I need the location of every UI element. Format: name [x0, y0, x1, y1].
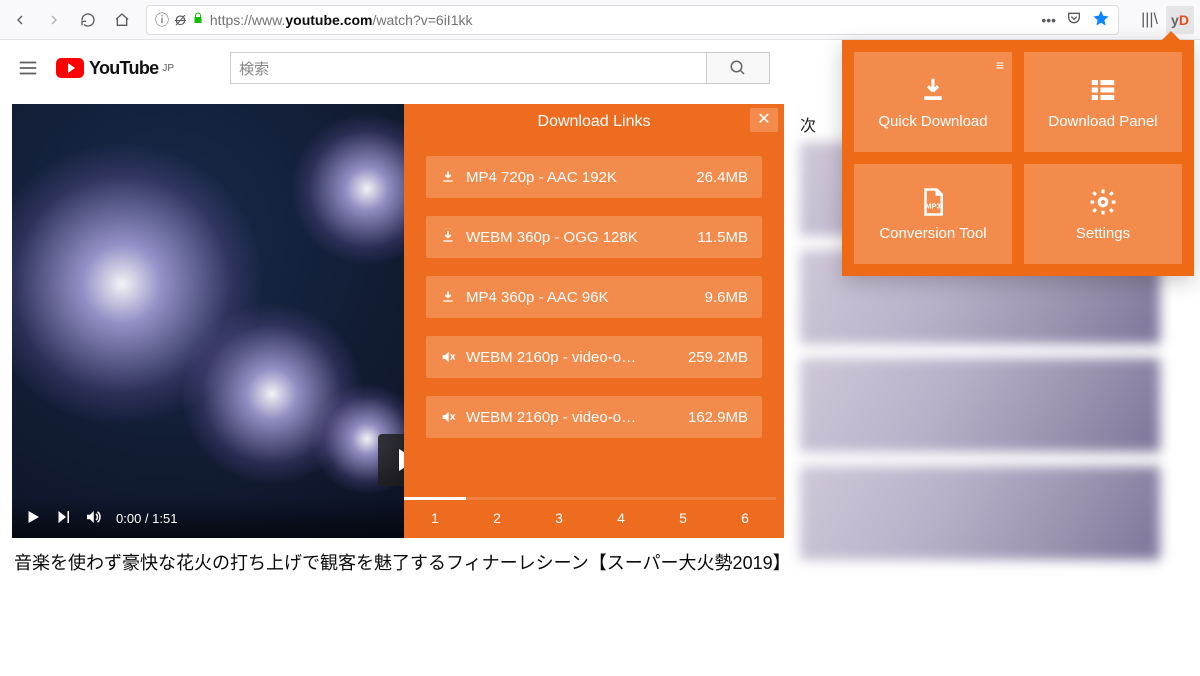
- download-size: 11.5MB: [697, 229, 748, 246]
- download-icon: [440, 229, 456, 245]
- reload-button[interactable]: [74, 6, 102, 34]
- download-pager: 123456: [404, 497, 784, 530]
- tile-menu-icon[interactable]: ≡: [996, 58, 1004, 72]
- download-size: 259.2MB: [688, 349, 748, 366]
- download-page[interactable]: 1: [404, 497, 466, 530]
- mute-icon: [440, 349, 456, 365]
- quick-download-tile[interactable]: Quick Download ≡: [854, 52, 1012, 152]
- download-icon: [916, 75, 950, 105]
- download-icon: [440, 289, 456, 305]
- download-page[interactable]: 6: [714, 497, 776, 530]
- download-format: WEBM 2160p - video-o…: [466, 349, 678, 366]
- related-thumbnail[interactable]: [800, 466, 1160, 560]
- youtube-region: JP: [162, 63, 174, 74]
- gear-icon: [1086, 187, 1120, 217]
- svg-text:MP3: MP3: [925, 201, 940, 210]
- play-button[interactable]: [24, 508, 42, 529]
- forward-button[interactable]: [40, 6, 68, 34]
- download-item[interactable]: WEBM 2160p - video-o… 259.2MB: [426, 336, 762, 378]
- address-bar[interactable]: ⓘ Ø https://www.youtube.com/watch?v=6iI1…: [146, 5, 1119, 35]
- youtube-play-icon: [56, 58, 84, 78]
- popup-arrow: [1162, 31, 1180, 40]
- related-thumbnail[interactable]: [800, 358, 1160, 452]
- url-text: https://www.youtube.com/watch?v=6iI1kk: [210, 12, 1035, 28]
- download-item[interactable]: MP4 720p - AAC 192K 26.4MB: [426, 156, 762, 198]
- download-links-title: Download Links: [538, 113, 651, 131]
- download-format: WEBM 360p - OGG 128K: [466, 229, 687, 246]
- download-item[interactable]: WEBM 360p - OGG 128K 11.5MB: [426, 216, 762, 258]
- download-panel-tile[interactable]: Download Panel: [1024, 52, 1182, 152]
- mute-icon: [440, 409, 456, 425]
- shield-icon[interactable]: Ø: [175, 12, 186, 28]
- download-format: WEBM 2160p - video-o…: [466, 409, 678, 426]
- download-icon: [440, 169, 456, 185]
- youtube-logo[interactable]: YouTube JP: [56, 58, 174, 79]
- download-page[interactable]: 2: [466, 497, 528, 530]
- download-size: 26.4MB: [696, 169, 748, 186]
- conversion-tool-tile[interactable]: MP3 Conversion Tool: [854, 164, 1012, 264]
- youtube-logo-text: YouTube: [89, 58, 158, 79]
- close-button[interactable]: ✕: [750, 108, 778, 132]
- info-icon[interactable]: ⓘ: [155, 10, 169, 30]
- bookmark-star-icon[interactable]: [1092, 9, 1110, 30]
- download-page[interactable]: 3: [528, 497, 590, 530]
- mp3-file-icon: MP3: [916, 187, 950, 217]
- download-format: MP4 720p - AAC 192K: [466, 169, 686, 186]
- download-size: 162.9MB: [688, 409, 748, 426]
- video-title: 音楽を使わず豪快な花火の打ち上げで観客を魅了するフィナーレシーン【スーパー大火勢…: [12, 538, 784, 588]
- download-item[interactable]: MP4 360p - AAC 96K 9.6MB: [426, 276, 762, 318]
- lock-icon: [192, 11, 204, 28]
- search-input[interactable]: 検索: [230, 52, 706, 84]
- download-page[interactable]: 5: [652, 497, 714, 530]
- pocket-icon[interactable]: [1066, 10, 1082, 29]
- menu-icon[interactable]: [16, 56, 40, 80]
- home-button[interactable]: [108, 6, 136, 34]
- yd-extension-icon[interactable]: yD: [1166, 6, 1194, 34]
- download-page[interactable]: 4: [590, 497, 652, 530]
- download-links-panel: Download Links ✕ MP4 720p - AAC 192K 26.4…: [404, 104, 784, 538]
- volume-button[interactable]: [84, 508, 102, 529]
- library-icon[interactable]: |||\: [1137, 11, 1162, 29]
- video-player[interactable]: 0:00 / 1:51 Download Links ✕ MP4 720p - …: [12, 104, 784, 538]
- download-format: MP4 360p - AAC 96K: [466, 289, 695, 306]
- settings-tile[interactable]: Settings: [1024, 164, 1182, 264]
- back-button[interactable]: [6, 6, 34, 34]
- download-item[interactable]: WEBM 2160p - video-o… 162.9MB: [426, 396, 762, 438]
- browser-toolbar: ⓘ Ø https://www.youtube.com/watch?v=6iI1…: [0, 0, 1200, 40]
- download-size: 9.6MB: [705, 289, 748, 306]
- next-button[interactable]: [54, 508, 72, 529]
- search-button[interactable]: [706, 52, 770, 84]
- player-time: 0:00 / 1:51: [116, 511, 177, 526]
- list-icon: [1086, 75, 1120, 105]
- page-actions-icon[interactable]: •••: [1041, 12, 1056, 28]
- extension-popup: Quick Download ≡ Download Panel MP3 Conv…: [842, 40, 1194, 276]
